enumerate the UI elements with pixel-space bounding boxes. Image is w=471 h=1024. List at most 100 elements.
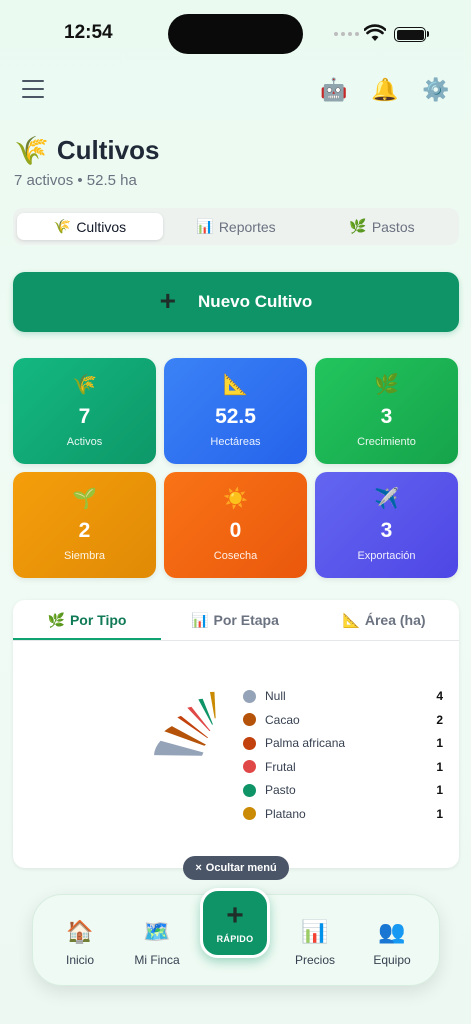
quick-action-button[interactable]: + RÁPIDO bbox=[200, 888, 270, 958]
legend-label: Frutal bbox=[265, 759, 296, 774]
legend-label: Cacao bbox=[265, 712, 300, 727]
quick-action-label: RÁPIDO bbox=[216, 933, 254, 944]
stat-value: 2 bbox=[78, 519, 91, 542]
stat-card-crecimiento[interactable]: 🌿 3 Crecimiento bbox=[315, 358, 458, 464]
sun-icon: ☀️ bbox=[223, 488, 248, 510]
legend-swatch bbox=[243, 713, 256, 726]
nav-label: Precios bbox=[294, 953, 335, 967]
bar-chart-icon: 📊 bbox=[301, 919, 329, 944]
triangle-ruler-icon: 📐 bbox=[342, 611, 360, 628]
nav-label: Equipo bbox=[373, 953, 411, 967]
herb-icon: 🌿 bbox=[47, 611, 65, 628]
legend-item: Palma africana 1 bbox=[243, 733, 443, 753]
house-icon: 🏠 bbox=[66, 919, 94, 944]
herb-icon: 🌿 bbox=[349, 218, 367, 234]
stat-card-exportacion[interactable]: ✈️ 3 Exportación bbox=[315, 472, 458, 578]
nav-mi-finca[interactable]: 🗺️ Mi Finca bbox=[125, 919, 189, 967]
new-crop-button[interactable]: + Nuevo Cultivo bbox=[13, 272, 459, 332]
page-title: Cultivos bbox=[56, 135, 160, 165]
airplane-icon: ✈️ bbox=[374, 488, 399, 510]
tab-label: Área (ha) bbox=[364, 612, 426, 628]
stat-label: Cosecha bbox=[213, 550, 258, 562]
legend-count: 1 bbox=[436, 806, 443, 821]
legend-item: Null 4 bbox=[243, 686, 443, 706]
hide-menu-button[interactable]: × Ocultar menú bbox=[183, 856, 289, 880]
plus-icon: + bbox=[159, 284, 177, 316]
stat-card-activos[interactable]: 🌾 7 Activos bbox=[13, 358, 156, 464]
tab-pastos[interactable]: 🌿 Pastos bbox=[309, 213, 455, 240]
wheat-icon: 🌾 bbox=[14, 135, 49, 166]
hamburger-menu-icon[interactable] bbox=[22, 78, 46, 100]
assistant-robot-icon[interactable]: 🤖 bbox=[320, 76, 348, 104]
map-icon: 🗺️ bbox=[143, 919, 171, 944]
pie-slice-cacao[interactable] bbox=[164, 726, 207, 746]
legend-item: Platano 1 bbox=[243, 804, 443, 824]
legend-count: 2 bbox=[436, 712, 443, 727]
stat-value: 52.5 bbox=[215, 405, 256, 428]
wheat-icon: 🌾 bbox=[53, 218, 72, 234]
people-icon: 👥 bbox=[378, 919, 406, 944]
status-time: 12:54 bbox=[64, 22, 113, 43]
legend-swatch bbox=[243, 807, 256, 820]
stat-label: Siembra bbox=[64, 550, 105, 562]
plus-icon: + bbox=[226, 898, 244, 932]
tab-divider bbox=[13, 640, 459, 641]
legend-label: Pasto bbox=[265, 783, 296, 797]
stat-card-hectareas[interactable]: 📐 52.5 Hectáreas bbox=[164, 358, 307, 464]
stat-value: 3 bbox=[380, 405, 393, 428]
legend-swatch bbox=[243, 689, 256, 703]
bar-chart-icon: 📊 bbox=[191, 611, 209, 628]
chart-panel: 🌿 Por Tipo 📊 Por Etapa 📐 Área (ha) Null 4… bbox=[13, 600, 459, 868]
legend-swatch bbox=[243, 736, 256, 750]
nav-label: Inicio bbox=[65, 953, 94, 967]
page-header: 🌾 Cultivos bbox=[14, 134, 159, 167]
stat-value: 7 bbox=[78, 405, 91, 428]
seedling-icon: 🌱 bbox=[72, 488, 97, 510]
legend-item: Frutal 1 bbox=[243, 757, 443, 777]
nav-label: Mi Finca bbox=[134, 953, 180, 967]
wheat-icon: 🌾 bbox=[72, 374, 97, 396]
tab-area[interactable]: 📐 Área (ha) bbox=[309, 600, 459, 640]
nav-inicio[interactable]: 🏠 Inicio bbox=[48, 919, 112, 967]
legend-swatch bbox=[243, 783, 256, 797]
tab-label: Pastos bbox=[371, 218, 415, 235]
tab-por-tipo[interactable]: 🌿 Por Tipo bbox=[13, 600, 161, 640]
tab-label: Por Tipo bbox=[69, 612, 127, 628]
tab-reportes[interactable]: 📊 Reportes bbox=[163, 213, 309, 240]
legend-swatch bbox=[243, 760, 256, 773]
stat-label: Crecimiento bbox=[357, 436, 416, 448]
legend-count: 1 bbox=[436, 736, 443, 750]
legend-count: 4 bbox=[436, 689, 443, 703]
pie-slice-platano[interactable] bbox=[209, 691, 216, 719]
bar-chart-icon: 📊 bbox=[196, 218, 214, 234]
pie-chart bbox=[154, 691, 216, 756]
pie-slice-null[interactable] bbox=[154, 740, 204, 756]
nav-equipo[interactable]: 👥 Equipo bbox=[360, 919, 424, 967]
stat-value: 0 bbox=[229, 519, 242, 542]
new-crop-label: Nuevo Cultivo bbox=[198, 292, 313, 311]
tab-por-etapa[interactable]: 📊 Por Etapa bbox=[161, 600, 309, 640]
hide-menu-label: Ocultar menú bbox=[205, 862, 277, 874]
legend-label: Null bbox=[265, 689, 286, 703]
gear-icon[interactable]: ⚙️ bbox=[422, 76, 450, 104]
battery-tip bbox=[427, 31, 429, 37]
legend-label: Platano bbox=[265, 806, 306, 821]
stat-label: Activos bbox=[66, 436, 103, 448]
tab-label: Reportes bbox=[218, 218, 276, 235]
legend-count: 1 bbox=[436, 783, 443, 797]
tab-cultivos[interactable]: 🌾 Cultivos bbox=[17, 213, 163, 240]
herb-icon: 🌿 bbox=[374, 374, 399, 396]
stat-card-cosecha[interactable]: ☀️ 0 Cosecha bbox=[164, 472, 307, 578]
tab-label: Por Etapa bbox=[213, 612, 279, 628]
triangle-ruler-icon: 📐 bbox=[223, 374, 248, 396]
segmented-tabs: 🌾 Cultivos 📊 Reportes 🌿 Pastos bbox=[13, 208, 459, 245]
legend-count: 1 bbox=[436, 759, 443, 774]
legend-item: Cacao 2 bbox=[243, 710, 443, 730]
nav-precios[interactable]: 📊 Precios bbox=[283, 919, 347, 967]
stat-label: Exportación bbox=[357, 550, 416, 562]
stat-value: 3 bbox=[380, 519, 393, 542]
bell-icon[interactable]: 🔔 bbox=[371, 76, 399, 104]
stat-card-siembra[interactable]: 🌱 2 Siembra bbox=[13, 472, 156, 578]
legend-item: Pasto 1 bbox=[243, 780, 443, 800]
legend-label: Palma africana bbox=[265, 736, 346, 750]
